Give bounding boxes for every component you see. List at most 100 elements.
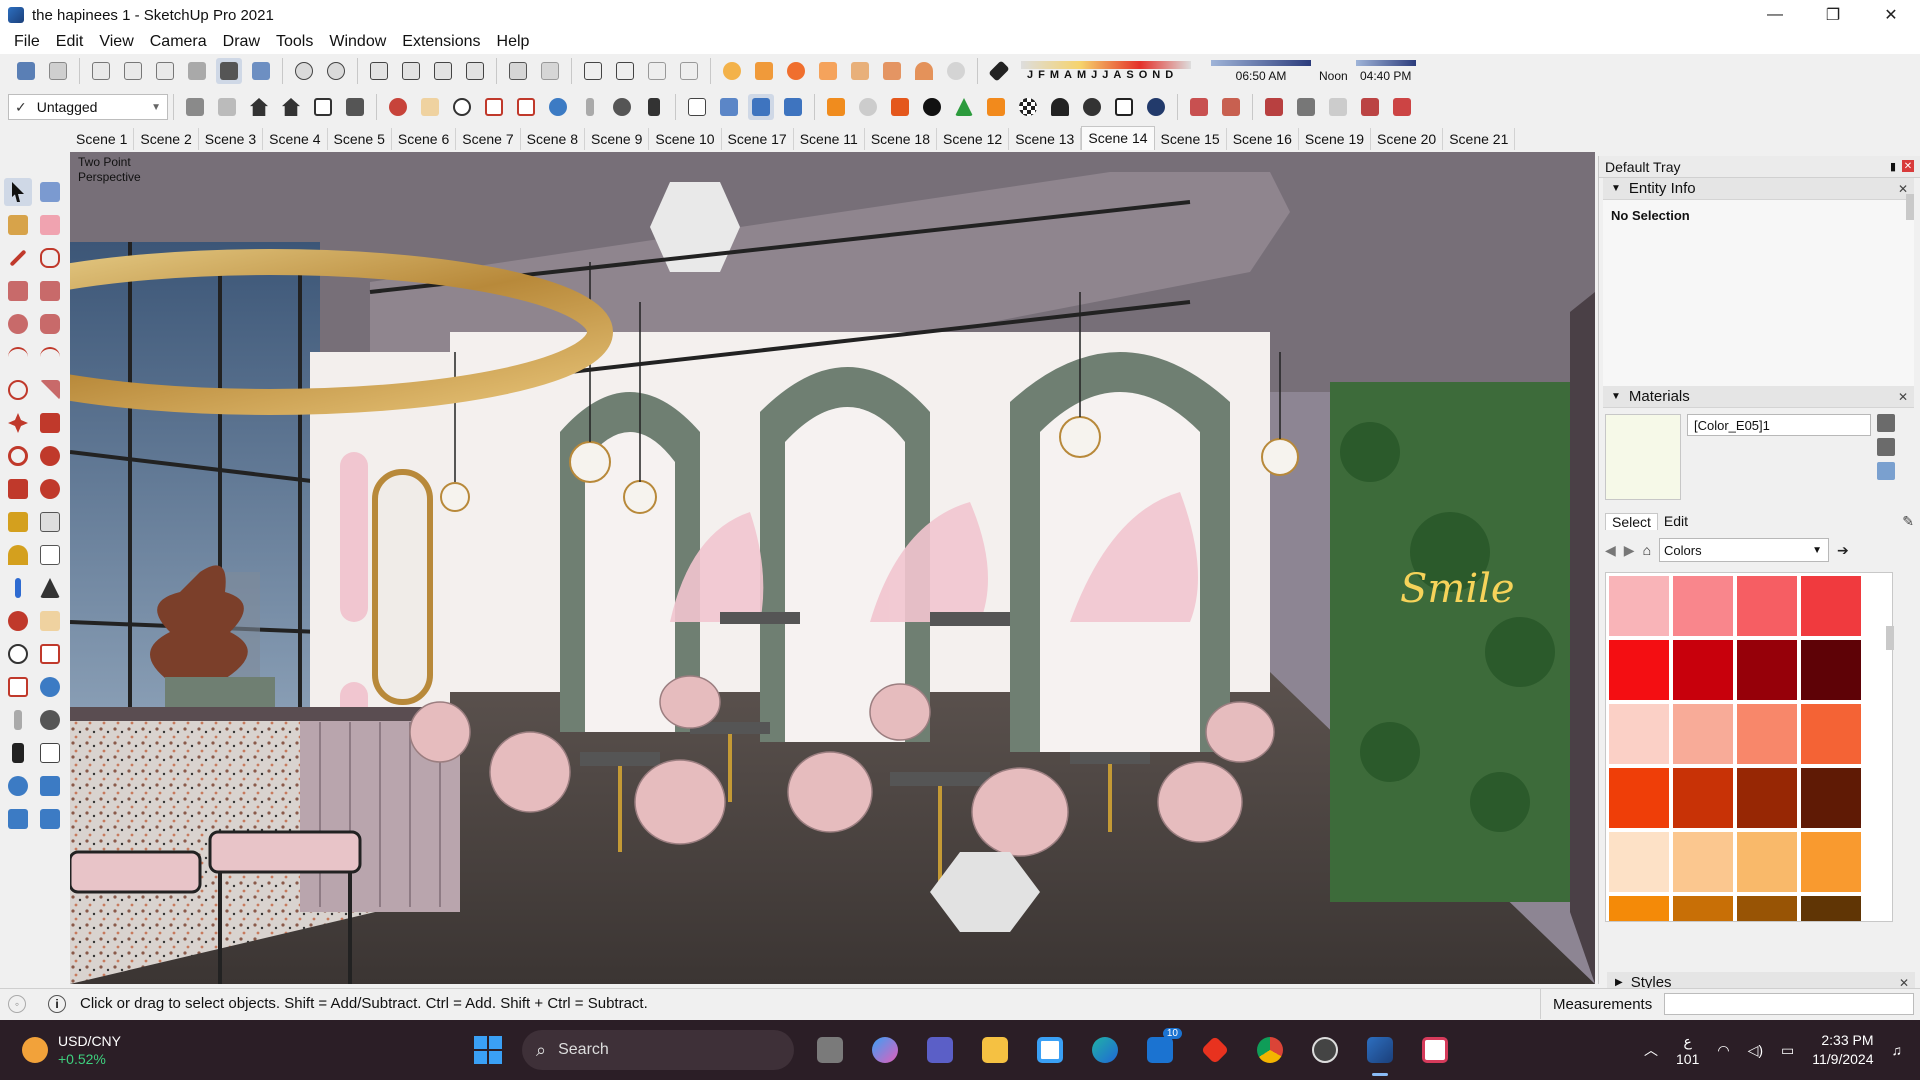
look-around-icon[interactable]	[609, 94, 635, 120]
copilot-icon[interactable]	[867, 1032, 903, 1068]
window-view-icon[interactable]	[580, 58, 606, 84]
measurements-input[interactable]	[1664, 993, 1914, 1015]
xray-icon[interactable]	[184, 58, 210, 84]
maximize-button[interactable]: ❐	[1804, 0, 1862, 30]
forward-arrow-icon[interactable]: ▶	[1624, 542, 1635, 559]
color-swatch[interactable]	[1801, 832, 1861, 892]
color-swatch[interactable]	[1737, 832, 1797, 892]
section-plane-tool-icon[interactable]	[36, 739, 64, 767]
layers-icon[interactable]	[4, 805, 32, 833]
freehand-icon[interactable]	[36, 244, 64, 272]
color-swatch[interactable]	[1609, 640, 1669, 700]
menu-camera[interactable]: Camera	[142, 33, 215, 51]
zoom-window-icon[interactable]	[481, 94, 507, 120]
tab-scene[interactable]: Scene 10	[649, 128, 722, 150]
pan-icon[interactable]	[417, 94, 443, 120]
tab-scene[interactable]: Scene 4	[263, 128, 328, 150]
menu-tools[interactable]: Tools	[268, 33, 321, 51]
details-arrow-icon[interactable]: ➔	[1837, 542, 1849, 559]
color-swatch[interactable]	[1801, 576, 1861, 636]
color-swatch[interactable]	[1609, 896, 1669, 921]
add-detail-icon[interactable]	[430, 58, 456, 84]
anydesk-icon[interactable]	[1197, 1032, 1233, 1068]
color-swatch[interactable]	[1737, 704, 1797, 764]
pie-icon[interactable]	[36, 376, 64, 404]
color-swatch[interactable]	[1609, 832, 1669, 892]
tray-scrollbar[interactable]	[1906, 194, 1914, 220]
default-material-icon[interactable]	[1877, 462, 1895, 480]
library-dropdown[interactable]: Colors ▼	[1659, 538, 1830, 562]
move-icon[interactable]	[4, 409, 32, 437]
swatch-scrollbar[interactable]	[1886, 626, 1894, 650]
tab-scene[interactable]: Scene 1	[70, 128, 135, 150]
material-name-field[interactable]: [Color_E05]1	[1687, 414, 1871, 436]
snipping-tool-icon[interactable]	[1417, 1032, 1453, 1068]
tab-scene[interactable]: Scene 5	[328, 128, 392, 150]
walk-icon[interactable]	[641, 94, 667, 120]
look-around-tool-icon[interactable]	[36, 706, 64, 734]
chrome-icon[interactable]	[1252, 1032, 1288, 1068]
menu-window[interactable]: Window	[321, 33, 394, 51]
tree-icon[interactable]	[951, 94, 977, 120]
3d-text-icon[interactable]	[36, 574, 64, 602]
minimize-button[interactable]: —	[1746, 0, 1804, 30]
menu-help[interactable]: Help	[489, 33, 538, 51]
smoove-icon[interactable]	[323, 58, 349, 84]
edge-icon[interactable]	[1087, 1032, 1123, 1068]
tab-scene-active[interactable]: Scene 14	[1081, 125, 1155, 150]
shadow-toggle-icon[interactable]	[986, 58, 1012, 84]
tab-select[interactable]: Select	[1605, 512, 1658, 530]
sandbox-scratch-icon[interactable]	[36, 772, 64, 800]
lamp-icon[interactable]	[751, 58, 777, 84]
color-swatch[interactable]	[1609, 768, 1669, 828]
volume-icon[interactable]: ◁)	[1748, 1042, 1763, 1059]
clock[interactable]: 2:33 PM 11/9/2024	[1812, 1031, 1873, 1069]
follow-me-icon[interactable]	[36, 442, 64, 470]
flatten-icon[interactable]	[1218, 94, 1244, 120]
roof-icon[interactable]	[1261, 94, 1287, 120]
color-swatch[interactable]	[1801, 768, 1861, 828]
offset-icon[interactable]	[36, 475, 64, 503]
color-swatch[interactable]	[1609, 704, 1669, 764]
book-icon[interactable]	[214, 94, 240, 120]
shadow-date-slider[interactable]: J F M A M J J A S O N D	[1021, 61, 1191, 81]
menu-edit[interactable]: Edit	[48, 33, 92, 51]
info-icon[interactable]	[1143, 94, 1169, 120]
walk-tool-icon[interactable]	[4, 739, 32, 767]
zoom-extents-tool-icon[interactable]	[4, 673, 32, 701]
model-info-icon[interactable]	[716, 94, 742, 120]
select-arrow-icon[interactable]	[4, 178, 32, 206]
instructor-info-icon[interactable]: i	[48, 994, 66, 1013]
eraser-icon[interactable]	[36, 211, 64, 239]
color-swatch[interactable]	[1673, 576, 1733, 636]
house-outline-icon[interactable]	[310, 94, 336, 120]
display-secondary-icon[interactable]	[1877, 414, 1895, 432]
tab-scene[interactable]: Scene 16	[1227, 128, 1299, 150]
textured-icon[interactable]	[248, 58, 274, 84]
top-view-icon[interactable]	[120, 58, 146, 84]
create-material-icon[interactable]	[1877, 438, 1895, 456]
tag-dropdown[interactable]: ✓ Untagged ▼	[8, 94, 168, 120]
stock-widget[interactable]: USD/CNY +0.52%	[22, 1032, 121, 1068]
tab-scene[interactable]: Scene 7	[456, 128, 521, 150]
tab-scene[interactable]: Scene 6	[392, 128, 457, 150]
make-component-icon[interactable]	[36, 178, 64, 206]
arc-icon[interactable]	[4, 343, 32, 371]
weather-widget[interactable]: ع 101	[1676, 1032, 1699, 1068]
color-swatch[interactable]	[1673, 640, 1733, 700]
profile-builder-icon[interactable]	[1186, 94, 1212, 120]
drape-tool-icon[interactable]	[36, 805, 64, 833]
component-icon[interactable]	[13, 58, 39, 84]
tab-scene[interactable]: Scene 9	[585, 128, 650, 150]
color-swatch[interactable]	[1673, 704, 1733, 764]
shadow-icon[interactable]	[719, 58, 745, 84]
tape-measure-icon[interactable]	[4, 508, 32, 536]
push-pull-icon[interactable]	[36, 409, 64, 437]
section-plane-icon[interactable]	[505, 58, 531, 84]
mail-icon[interactable]	[1111, 94, 1137, 120]
color-swatch[interactable]	[1737, 768, 1797, 828]
shaded-icon[interactable]	[216, 58, 242, 84]
geo-location-icon[interactable]: ◦	[8, 994, 26, 1013]
pin-icon[interactable]: ▮	[1890, 160, 1896, 173]
taskbar-search[interactable]: ⌕ Search	[522, 1030, 794, 1070]
